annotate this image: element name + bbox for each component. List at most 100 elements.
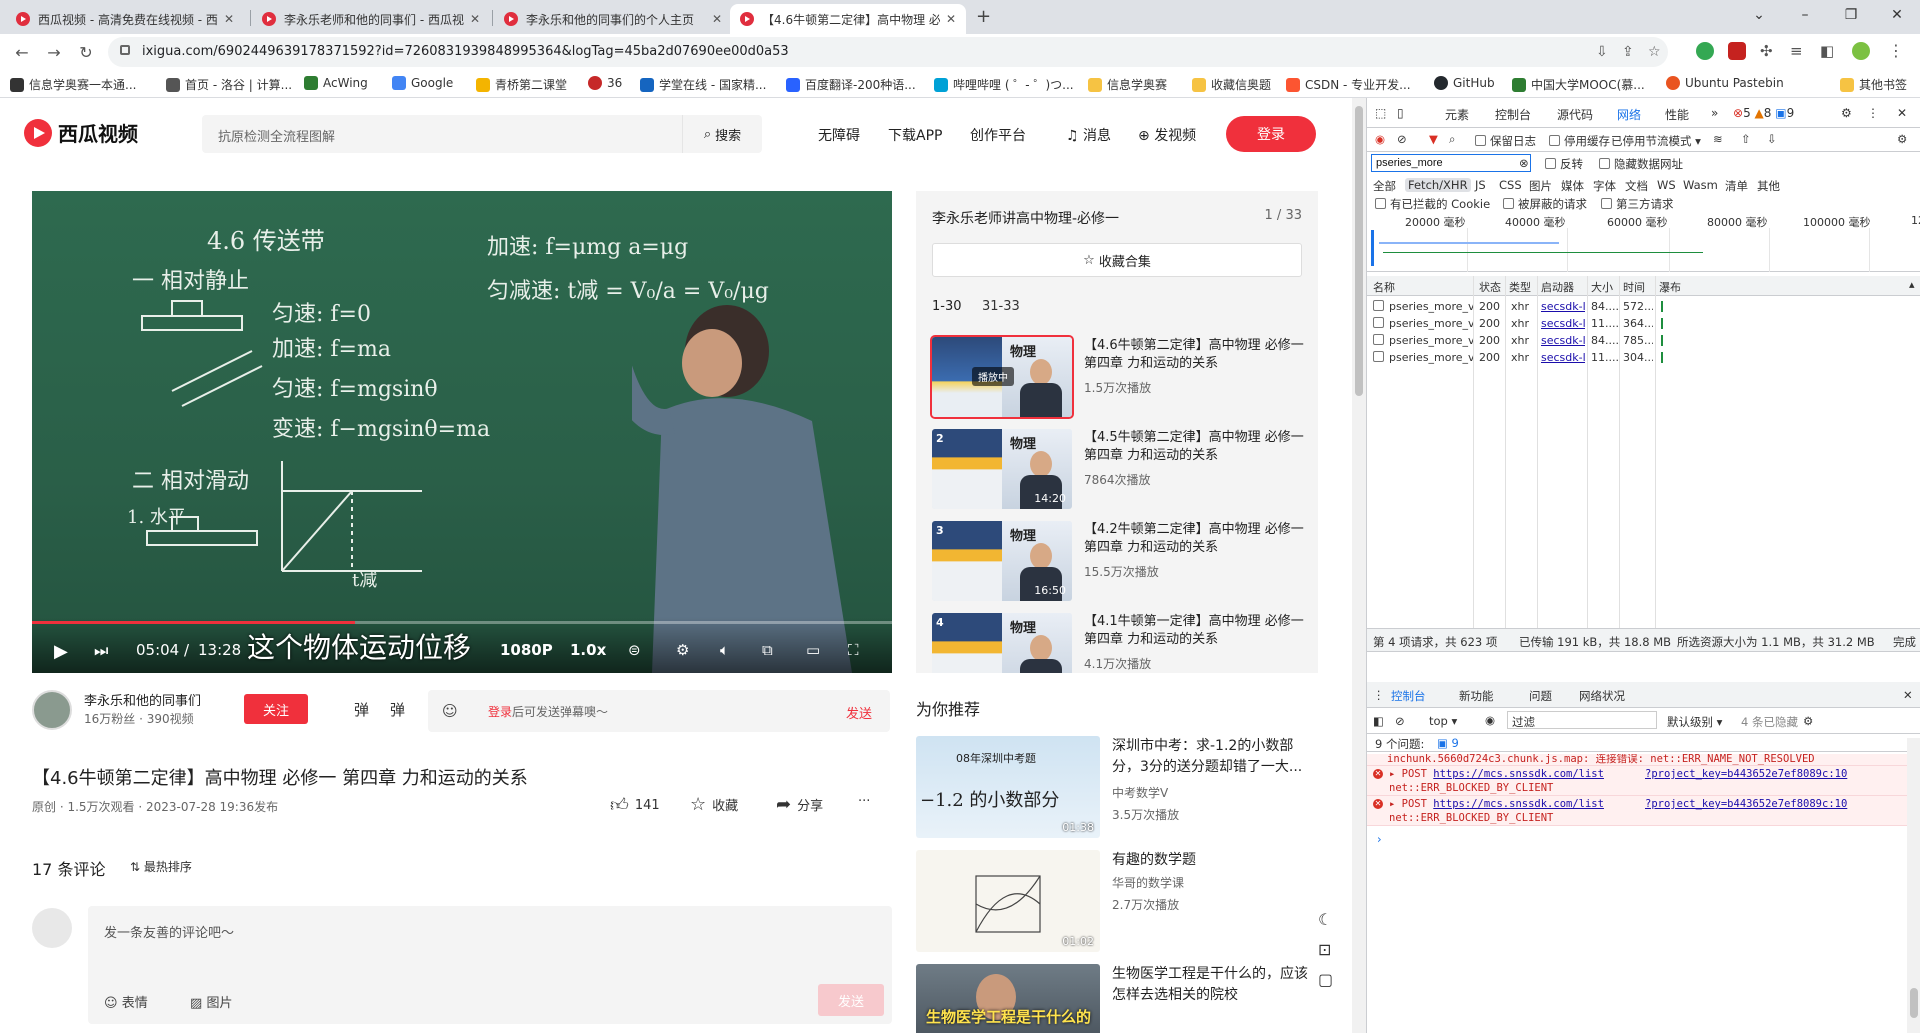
speed-button[interactable]: 1.0x (570, 641, 606, 659)
back-icon[interactable]: ← (10, 40, 34, 64)
adblock-extension-icon[interactable] (1728, 42, 1746, 60)
address-bar[interactable]: ixigua.com/6902449639178371592?id=726083… (108, 37, 1668, 67)
row-checkbox[interactable] (1373, 334, 1388, 347)
nav-download-app[interactable]: 下载APP (888, 125, 942, 145)
danmaku-style-icon[interactable]: 弹 (354, 699, 369, 720)
recommend-item[interactable]: 生物医学工程是干什么的 生物医学工程是干什么的，应该怎样去选相关的院校 (916, 964, 1326, 1033)
minimize-icon[interactable]: – (1782, 0, 1828, 30)
devtools-menu-icon[interactable]: ⋮ (1867, 106, 1879, 120)
tab-console[interactable]: 控制台 (1495, 106, 1531, 123)
playlist-item[interactable]: 2 物理 14:20 【4.5牛顿第二定律】高中物理 必修一 第四章 力和运动的… (932, 429, 1318, 509)
col-initiator[interactable]: 启动器 (1541, 279, 1574, 295)
bookmark-item[interactable]: 其他书签 (1840, 76, 1907, 93)
error-source[interactable]: ?project_key=b443652e7ef8089c:10 (1645, 768, 1847, 780)
bookmark-item[interactable]: 信息学奥赛 (1088, 76, 1167, 93)
comment-send-button[interactable]: 发送 (818, 984, 884, 1016)
bookmark-item[interactable]: Ubuntu Pastebin (1666, 76, 1784, 90)
tab-performance[interactable]: 性能 (1665, 106, 1689, 123)
danmaku-toggle-icon[interactable]: ⊜ (628, 641, 641, 659)
collect-button[interactable]: ☆ 收藏 (690, 794, 738, 815)
danmaku-send-button[interactable]: 发送 (846, 703, 872, 722)
request-initiator[interactable]: secsdk-l... (1541, 351, 1585, 364)
export-har-icon[interactable]: ⇩ (1767, 132, 1777, 146)
type-filter-fetch[interactable]: Fetch/XHR (1405, 178, 1471, 192)
type-filter-doc[interactable]: 文档 (1625, 178, 1648, 194)
clear-filter-icon[interactable]: ⊗ (1519, 156, 1529, 170)
comment-emoji-button[interactable]: ☺ 表情 (104, 992, 148, 1011)
video-player[interactable]: 4.6 传送带 一 相对静止 加速: f=μmg a=μg 匀减速: t减 = … (32, 191, 892, 673)
recommend-author[interactable]: 中考数学V (1112, 784, 1168, 801)
bookmark-item[interactable]: 哔哩哔哩 ( ゜- ゜)つ... (934, 76, 1074, 93)
browser-tab-3[interactable]: 李永乐和他的同事们的个人主页 ✕ (494, 4, 732, 34)
log-level-select[interactable]: 默认级别 ▾ (1667, 714, 1722, 730)
reading-list-icon[interactable]: ≡ (1790, 42, 1803, 60)
nav-upload[interactable]: ⊕ 发视频 (1138, 125, 1196, 145)
drawer-tab-network-conditions[interactable]: 网络状况 (1579, 688, 1625, 704)
blocked-cookies-checkbox[interactable]: 有已拦截的 Cookie (1375, 196, 1490, 212)
scroll-thumb[interactable] (1910, 988, 1918, 1018)
login-button[interactable]: 登录 (1226, 116, 1316, 152)
disable-cache-checkbox[interactable]: 停用缓存 (1549, 133, 1610, 149)
progress-bar[interactable] (32, 621, 892, 624)
type-filter-media[interactable]: 媒体 (1561, 178, 1584, 194)
console-error[interactable]: ✕ ▸ POST https://mcs.snssdk.com/list ?pr… (1367, 796, 1907, 826)
nav-accessibility[interactable]: 无障碍 (818, 125, 860, 145)
drawer-close-icon[interactable]: ✕ (1903, 688, 1913, 702)
row-checkbox[interactable] (1373, 317, 1388, 330)
inspect-icon[interactable]: ⬚ (1375, 106, 1386, 120)
quality-button[interactable]: 1080P (500, 641, 553, 659)
nav-creator-platform[interactable]: 创作平台 (970, 125, 1026, 145)
playlist-item[interactable]: 3 物理 16:50 【4.2牛顿第二定律】高中物理 必修一 第四章 力和运动的… (932, 521, 1318, 601)
devtools-close-icon[interactable]: ✕ (1897, 106, 1907, 120)
error-url[interactable]: https://mcs.snssdk.com/list (1433, 768, 1604, 780)
invert-checkbox[interactable]: 反转 (1545, 156, 1583, 172)
close-tab-icon[interactable]: ✕ (224, 12, 234, 26)
sidebar-toggle-icon[interactable]: ◧ (1373, 714, 1384, 728)
uploader-name[interactable]: 李永乐和他的同事们 (84, 690, 201, 709)
tab-sources[interactable]: 源代码 (1557, 106, 1593, 123)
error-source[interactable]: ?project_key=b443652e7ef8089c:10 (1645, 798, 1847, 810)
bookmark-item[interactable]: 中国大学MOOC(慕... (1512, 76, 1645, 93)
type-filter-js[interactable]: JS (1475, 178, 1486, 192)
share-button[interactable]: ➦ 分享 (776, 794, 823, 815)
network-row[interactable]: pseries_more_v2?... 200 xhr secsdk-l... … (1367, 349, 1920, 366)
col-size[interactable]: 大小 (1591, 279, 1613, 295)
browser-tab-1[interactable]: 西瓜视频 - 高清免费在线视频 - 西 ✕ (6, 4, 244, 34)
row-checkbox[interactable] (1373, 351, 1388, 364)
restore-icon[interactable]: ❐ (1828, 0, 1874, 30)
type-filter-all[interactable]: 全部 (1373, 178, 1396, 194)
theater-mode-icon[interactable]: ▭ (806, 641, 820, 659)
danmaku-login-link[interactable]: 登录 (488, 705, 512, 719)
more-button[interactable]: ··· (858, 794, 870, 809)
close-tab-icon[interactable]: ✕ (946, 12, 956, 26)
bookmark-item[interactable]: 学堂在线 - 国家精... (640, 76, 766, 93)
side-panel-icon[interactable]: ◧ (1820, 42, 1834, 60)
play-icon[interactable]: ▶ (54, 641, 68, 662)
console-settings-icon[interactable]: ⚙ (1803, 714, 1813, 728)
col-status[interactable]: 状态 (1479, 279, 1501, 295)
emoji-icon[interactable]: ☺ (442, 702, 458, 720)
type-filter-css[interactable]: CSS (1499, 178, 1522, 192)
recommend-item[interactable]: 08年深圳中考题 −1.2 的小数部分 01:38 深圳市中考：求-1.2的小数… (916, 736, 1326, 838)
live-expression-eye-icon[interactable]: ◉ (1485, 713, 1495, 727)
console-filter-input[interactable]: 过滤 (1507, 711, 1657, 729)
page-scrollbar[interactable] (1352, 98, 1366, 1033)
import-har-icon[interactable]: ⇧ (1741, 132, 1751, 146)
filter-funnel-icon[interactable]: ▼ (1429, 132, 1438, 146)
tab-elements[interactable]: 元素 (1445, 106, 1469, 123)
next-icon[interactable]: ⏭ (94, 641, 108, 661)
tab-search-icon[interactable]: ⌄ (1736, 0, 1782, 30)
tab-network[interactable]: 网络 (1617, 106, 1641, 123)
col-name[interactable]: 名称 (1373, 279, 1395, 295)
clear-icon[interactable]: ⊘ (1397, 132, 1407, 146)
danmaku-input[interactable]: ☺ 登录后可发送弹幕噢～ 发送 (428, 690, 890, 732)
close-tab-icon[interactable]: ✕ (470, 12, 480, 26)
extensions-puzzle-icon[interactable]: ✣ (1760, 42, 1773, 60)
uploader-avatar[interactable] (32, 690, 72, 730)
network-overview-timeline[interactable]: 20000 毫秒 40000 毫秒 60000 毫秒 80000 毫秒 1000… (1367, 212, 1920, 272)
console-scrollbar[interactable] (1907, 738, 1920, 1033)
pip-icon[interactable]: ⧉ (762, 641, 773, 659)
network-row[interactable]: pseries_more_v2?... 200 xhr secsdk-l... … (1367, 332, 1920, 349)
dark-mode-icon[interactable]: ☾ (1318, 910, 1332, 929)
close-window-icon[interactable]: ✕ (1874, 0, 1920, 30)
